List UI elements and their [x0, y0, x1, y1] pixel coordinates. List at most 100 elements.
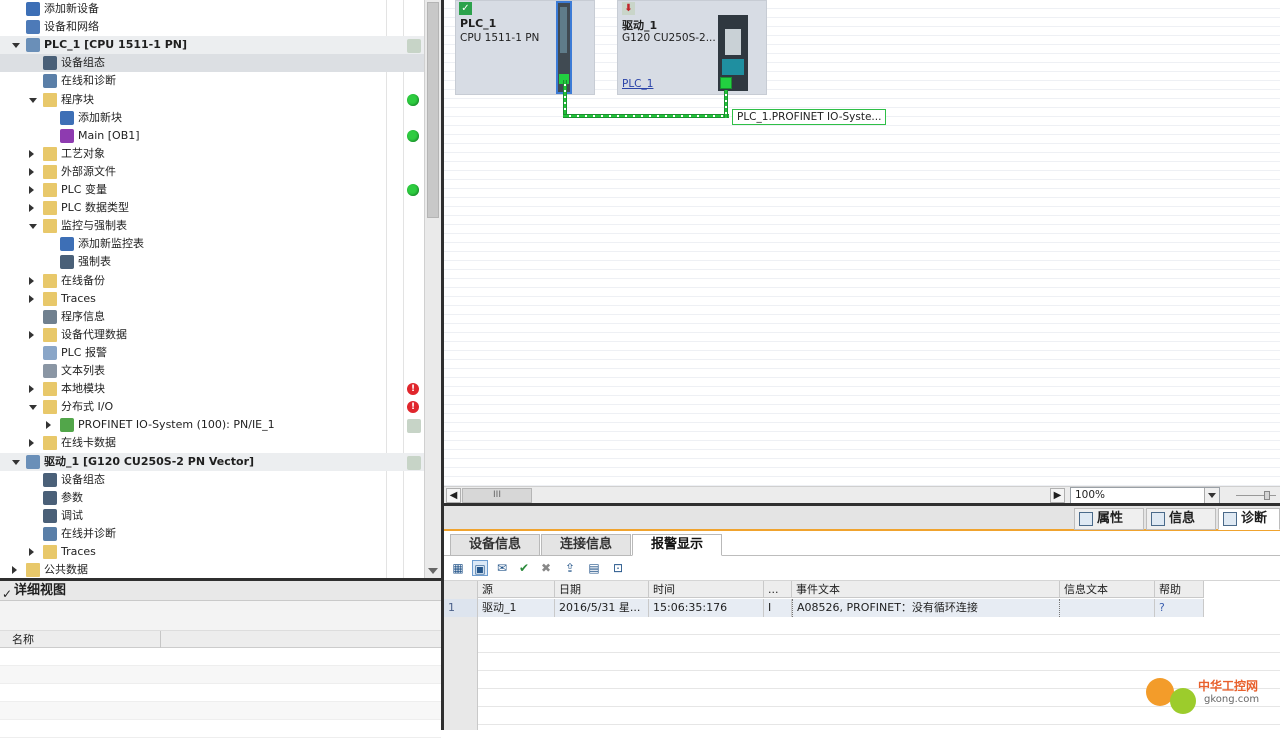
- settings-icon[interactable]: ⊡: [610, 560, 626, 576]
- export-icon[interactable]: ⇪: [562, 560, 578, 576]
- tree-item[interactable]: 工艺对象: [0, 145, 424, 163]
- tree-item[interactable]: 程序块: [0, 91, 424, 109]
- chevron-right-icon[interactable]: [12, 566, 17, 574]
- tab-connection-info[interactable]: 连接信息: [541, 534, 631, 556]
- tab-device-info[interactable]: 设备信息: [450, 534, 540, 556]
- tree-item[interactable]: 设备组态: [0, 471, 424, 489]
- tree-item[interactable]: PLC 数据类型: [0, 199, 424, 217]
- drive-io-controller-link[interactable]: PLC_1: [622, 78, 653, 90]
- plc-device-box[interactable]: ✓ PLC_1 CPU 1511-1 PN: [455, 0, 595, 95]
- scroll-right-icon[interactable]: ▶: [1050, 488, 1065, 503]
- chevron-right-icon[interactable]: [29, 385, 34, 393]
- drive-device-box[interactable]: ⬇ 驱动_1 G120 CU250S-2... PLC_1: [617, 0, 767, 95]
- details-column-header[interactable]: 名称: [0, 631, 441, 648]
- device-config-icon: [43, 473, 57, 487]
- archive-view-icon[interactable]: ▣: [472, 560, 488, 576]
- tree-item[interactable]: 设备组态: [0, 54, 424, 72]
- chevron-right-icon[interactable]: [29, 204, 34, 212]
- chevron-right-icon[interactable]: [46, 421, 51, 429]
- chevron-down-icon[interactable]: [12, 43, 20, 48]
- chevron-right-icon[interactable]: [29, 186, 34, 194]
- tree-item[interactable]: 参数: [0, 489, 424, 507]
- column-header-source[interactable]: 源: [478, 581, 555, 598]
- tree-item[interactable]: 驱动_1 [G120 CU250S-2 PN Vector]: [0, 453, 424, 471]
- zoom-slider[interactable]: [1236, 491, 1276, 500]
- tree-item[interactable]: PLC_1 [CPU 1511-1 PN]: [0, 36, 424, 54]
- diagnostics-subtabs: 设备信息 连接信息 报警显示: [444, 531, 1280, 556]
- tab-info[interactable]: 信息: [1146, 508, 1216, 530]
- chevron-right-icon[interactable]: [29, 548, 34, 556]
- chevron-right-icon[interactable]: [29, 295, 34, 303]
- tree-item[interactable]: 监控与强制表: [0, 217, 424, 235]
- tab-diagnostics[interactable]: 诊断: [1218, 508, 1280, 530]
- row-number: 1: [444, 599, 478, 617]
- force-table-icon: [60, 255, 74, 269]
- tree-item[interactable]: PROFINET IO-System (100): PN/IE_1: [0, 416, 424, 434]
- delete-icon[interactable]: ✖: [538, 560, 554, 576]
- tree-item[interactable]: 在线备份: [0, 272, 424, 290]
- profinet-line[interactable]: [563, 80, 567, 118]
- column-header-state[interactable]: ...: [764, 581, 792, 598]
- chevron-down-icon[interactable]: ✓: [2, 584, 12, 604]
- chevron-right-icon[interactable]: [29, 168, 34, 176]
- tree-item[interactable]: 设备和网络: [0, 18, 424, 36]
- tree-item[interactable]: 在线和诊断: [0, 72, 424, 90]
- tree-item[interactable]: 分布式 I/O!: [0, 398, 424, 416]
- column-header-event-text[interactable]: 事件文本: [792, 581, 1060, 598]
- project-tree-scrollbar[interactable]: [424, 0, 441, 578]
- io-system-label[interactable]: PLC_1.PROFINET IO-Syste...: [732, 109, 887, 125]
- acknowledge-icon[interactable]: ✔: [516, 560, 532, 576]
- chevron-right-icon[interactable]: [29, 439, 34, 447]
- tree-item[interactable]: 在线并诊断: [0, 525, 424, 543]
- tree-item[interactable]: 调试: [0, 507, 424, 525]
- plc-name: PLC_1: [460, 17, 497, 30]
- folder-icon: [43, 93, 57, 107]
- chevron-right-icon[interactable]: [29, 150, 34, 158]
- column-header-date[interactable]: 日期: [555, 581, 649, 598]
- tree-item[interactable]: Traces: [0, 543, 424, 561]
- tree-item[interactable]: 公共数据: [0, 561, 424, 578]
- tree-item[interactable]: 外部源文件: [0, 163, 424, 181]
- tree-item[interactable]: Traces: [0, 290, 424, 308]
- tree-item[interactable]: Main [OB1]: [0, 127, 424, 145]
- cell-help-link[interactable]: ?: [1155, 599, 1204, 617]
- scroll-down-icon[interactable]: [428, 568, 438, 574]
- network-view[interactable]: ✓ PLC_1 CPU 1511-1 PN ⬇ 驱动_1 G120 CU250S…: [444, 0, 1280, 486]
- chevron-down-icon[interactable]: [29, 405, 37, 410]
- tab-alarm-display[interactable]: 报警显示: [632, 534, 722, 556]
- tree-item[interactable]: 添加新监控表: [0, 235, 424, 253]
- scrollbar-thumb[interactable]: [427, 2, 439, 218]
- tree-item[interactable]: PLC 报警: [0, 344, 424, 362]
- tree-item[interactable]: 设备代理数据: [0, 326, 424, 344]
- message-icon[interactable]: ✉: [494, 560, 510, 576]
- tree-item[interactable]: 添加新设备: [0, 0, 424, 18]
- zoom-select[interactable]: 100%: [1070, 487, 1220, 504]
- details-view-header[interactable]: ✓ 详细视图: [0, 581, 441, 601]
- column-header-info-text[interactable]: 信息文本: [1060, 581, 1155, 598]
- chevron-down-icon[interactable]: [1204, 488, 1219, 503]
- profinet-line[interactable]: [563, 114, 729, 118]
- column-header-help[interactable]: 帮助: [1155, 581, 1204, 598]
- tree-item[interactable]: 在线卡数据: [0, 434, 424, 452]
- table-icon[interactable]: ▦: [450, 560, 466, 576]
- tree-item[interactable]: 文本列表: [0, 362, 424, 380]
- chevron-down-icon[interactable]: [12, 460, 20, 465]
- column-header-time[interactable]: 时间: [649, 581, 764, 598]
- profinet-line[interactable]: [724, 90, 728, 118]
- drive-profinet-port[interactable]: [720, 77, 732, 89]
- tab-properties[interactable]: 属性: [1074, 508, 1144, 530]
- tree-item[interactable]: 本地模块!: [0, 380, 424, 398]
- chevron-right-icon[interactable]: [29, 331, 34, 339]
- watermark-domain: gkong.com: [1204, 694, 1260, 705]
- tree-item[interactable]: 程序信息: [0, 308, 424, 326]
- tree-item[interactable]: 强制表: [0, 253, 424, 271]
- scroll-left-icon[interactable]: ◀: [446, 488, 461, 503]
- save-icon[interactable]: ▤: [586, 560, 602, 576]
- chevron-down-icon[interactable]: [29, 224, 37, 229]
- folder-icon: [43, 274, 57, 288]
- horizontal-scroll-thumb[interactable]: III: [462, 488, 532, 503]
- chevron-right-icon[interactable]: [29, 277, 34, 285]
- chevron-down-icon[interactable]: [29, 98, 37, 103]
- tree-item[interactable]: 添加新块: [0, 109, 424, 127]
- tree-item[interactable]: PLC 变量: [0, 181, 424, 199]
